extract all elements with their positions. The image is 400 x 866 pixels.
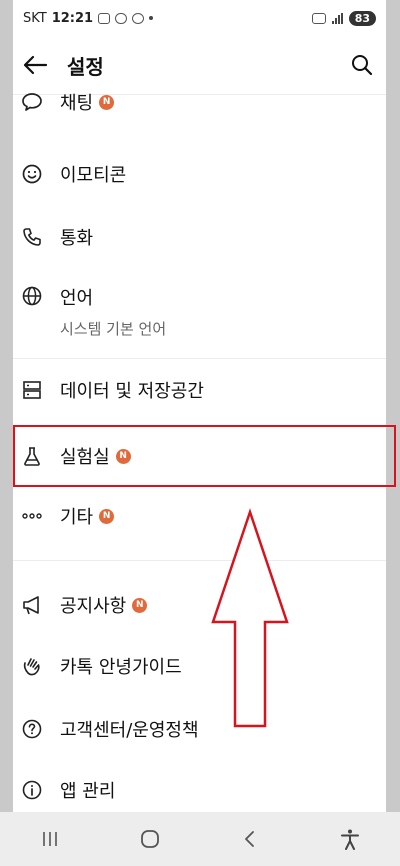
chat-bubble-icon bbox=[20, 90, 44, 114]
recent-apps-button[interactable] bbox=[26, 819, 74, 859]
status-bar: SKT 12:21 83 bbox=[13, 0, 386, 36]
back-nav-button[interactable] bbox=[226, 819, 274, 859]
home-button[interactable] bbox=[126, 819, 174, 859]
settings-item-lab[interactable]: 실험실 N bbox=[13, 428, 386, 484]
settings-item-customer-center[interactable]: 고객센터/운영정책 bbox=[13, 705, 386, 753]
emoticon-icon bbox=[20, 162, 44, 186]
settings-item-sublabel: 시스템 기본 언어 bbox=[60, 320, 167, 338]
home-icon bbox=[141, 830, 159, 848]
megaphone-icon bbox=[20, 593, 44, 617]
carrier-label: SKT bbox=[23, 10, 47, 26]
settings-item-label: 이모티콘 bbox=[60, 165, 127, 186]
new-badge: N bbox=[99, 508, 115, 524]
new-badge: N bbox=[99, 94, 115, 110]
storage-icon bbox=[20, 378, 44, 402]
settings-item-label: 기타 bbox=[60, 507, 94, 528]
new-badge: N bbox=[132, 597, 148, 613]
settings-item-label: 앱 관리 bbox=[60, 781, 116, 802]
settings-item-label: 실험실 bbox=[60, 447, 110, 468]
accessibility-button[interactable] bbox=[326, 819, 374, 859]
time-label: 12:21 bbox=[51, 10, 94, 26]
settings-item-label: 언어 bbox=[60, 288, 94, 309]
system-navigation-bar bbox=[0, 812, 400, 866]
help-icon bbox=[20, 717, 44, 741]
globe-icon bbox=[20, 284, 44, 308]
settings-item-etc[interactable]: 기타 N bbox=[13, 492, 386, 540]
search-button[interactable] bbox=[346, 49, 378, 81]
accessibility-icon bbox=[341, 829, 359, 850]
flask-icon bbox=[20, 444, 44, 468]
back-nav-icon bbox=[245, 831, 254, 847]
settings-item-app-management[interactable]: 앱 관리 bbox=[13, 766, 386, 814]
new-badge: N bbox=[115, 448, 131, 464]
wifi-icon bbox=[311, 12, 326, 24]
settings-item-label: 공지사항 bbox=[60, 596, 127, 617]
settings-item-call[interactable]: 통화 bbox=[13, 211, 386, 263]
wave-hand-icon bbox=[20, 654, 44, 678]
settings-item-label: 통화 bbox=[60, 228, 94, 249]
settings-item-language[interactable]: 언어 시스템 기본 언어 bbox=[13, 270, 386, 346]
settings-item-emoticon[interactable]: 이모티콘 bbox=[13, 148, 386, 200]
settings-item-label: 채팅 bbox=[60, 93, 94, 114]
settings-item-chat[interactable]: 채팅 N bbox=[13, 80, 386, 124]
notification-icon bbox=[98, 12, 111, 24]
message-icon bbox=[132, 12, 145, 24]
phone-icon bbox=[20, 225, 44, 249]
settings-item-guide[interactable]: 카톡 안녕가이드 bbox=[13, 642, 386, 690]
talk-notification-icon bbox=[115, 12, 128, 24]
page-title: 설정 bbox=[67, 54, 104, 79]
settings-item-data-storage[interactable]: 데이터 및 저장공간 bbox=[13, 364, 386, 416]
settings-item-label: 고객센터/운영정책 bbox=[60, 720, 199, 741]
search-icon bbox=[352, 55, 373, 76]
settings-item-label: 카톡 안녕가이드 bbox=[60, 657, 182, 678]
divider bbox=[13, 358, 386, 359]
divider bbox=[13, 560, 386, 561]
back-button[interactable] bbox=[17, 47, 53, 83]
more-notifications-icon bbox=[149, 16, 154, 20]
recent-apps-icon bbox=[43, 832, 57, 846]
settings-item-label: 데이터 및 저장공간 bbox=[60, 381, 204, 402]
more-icon bbox=[20, 504, 44, 528]
battery-indicator: 83 bbox=[348, 10, 376, 26]
info-icon bbox=[20, 778, 44, 802]
settings-item-notice[interactable]: 공지사항 N bbox=[13, 581, 386, 629]
settings-screen: SKT 12:21 83 설정 채팅 N 이모티콘 통화 언어 시스템 기본 언… bbox=[13, 0, 386, 866]
back-arrow-icon bbox=[23, 55, 48, 75]
signal-icon bbox=[331, 12, 343, 24]
